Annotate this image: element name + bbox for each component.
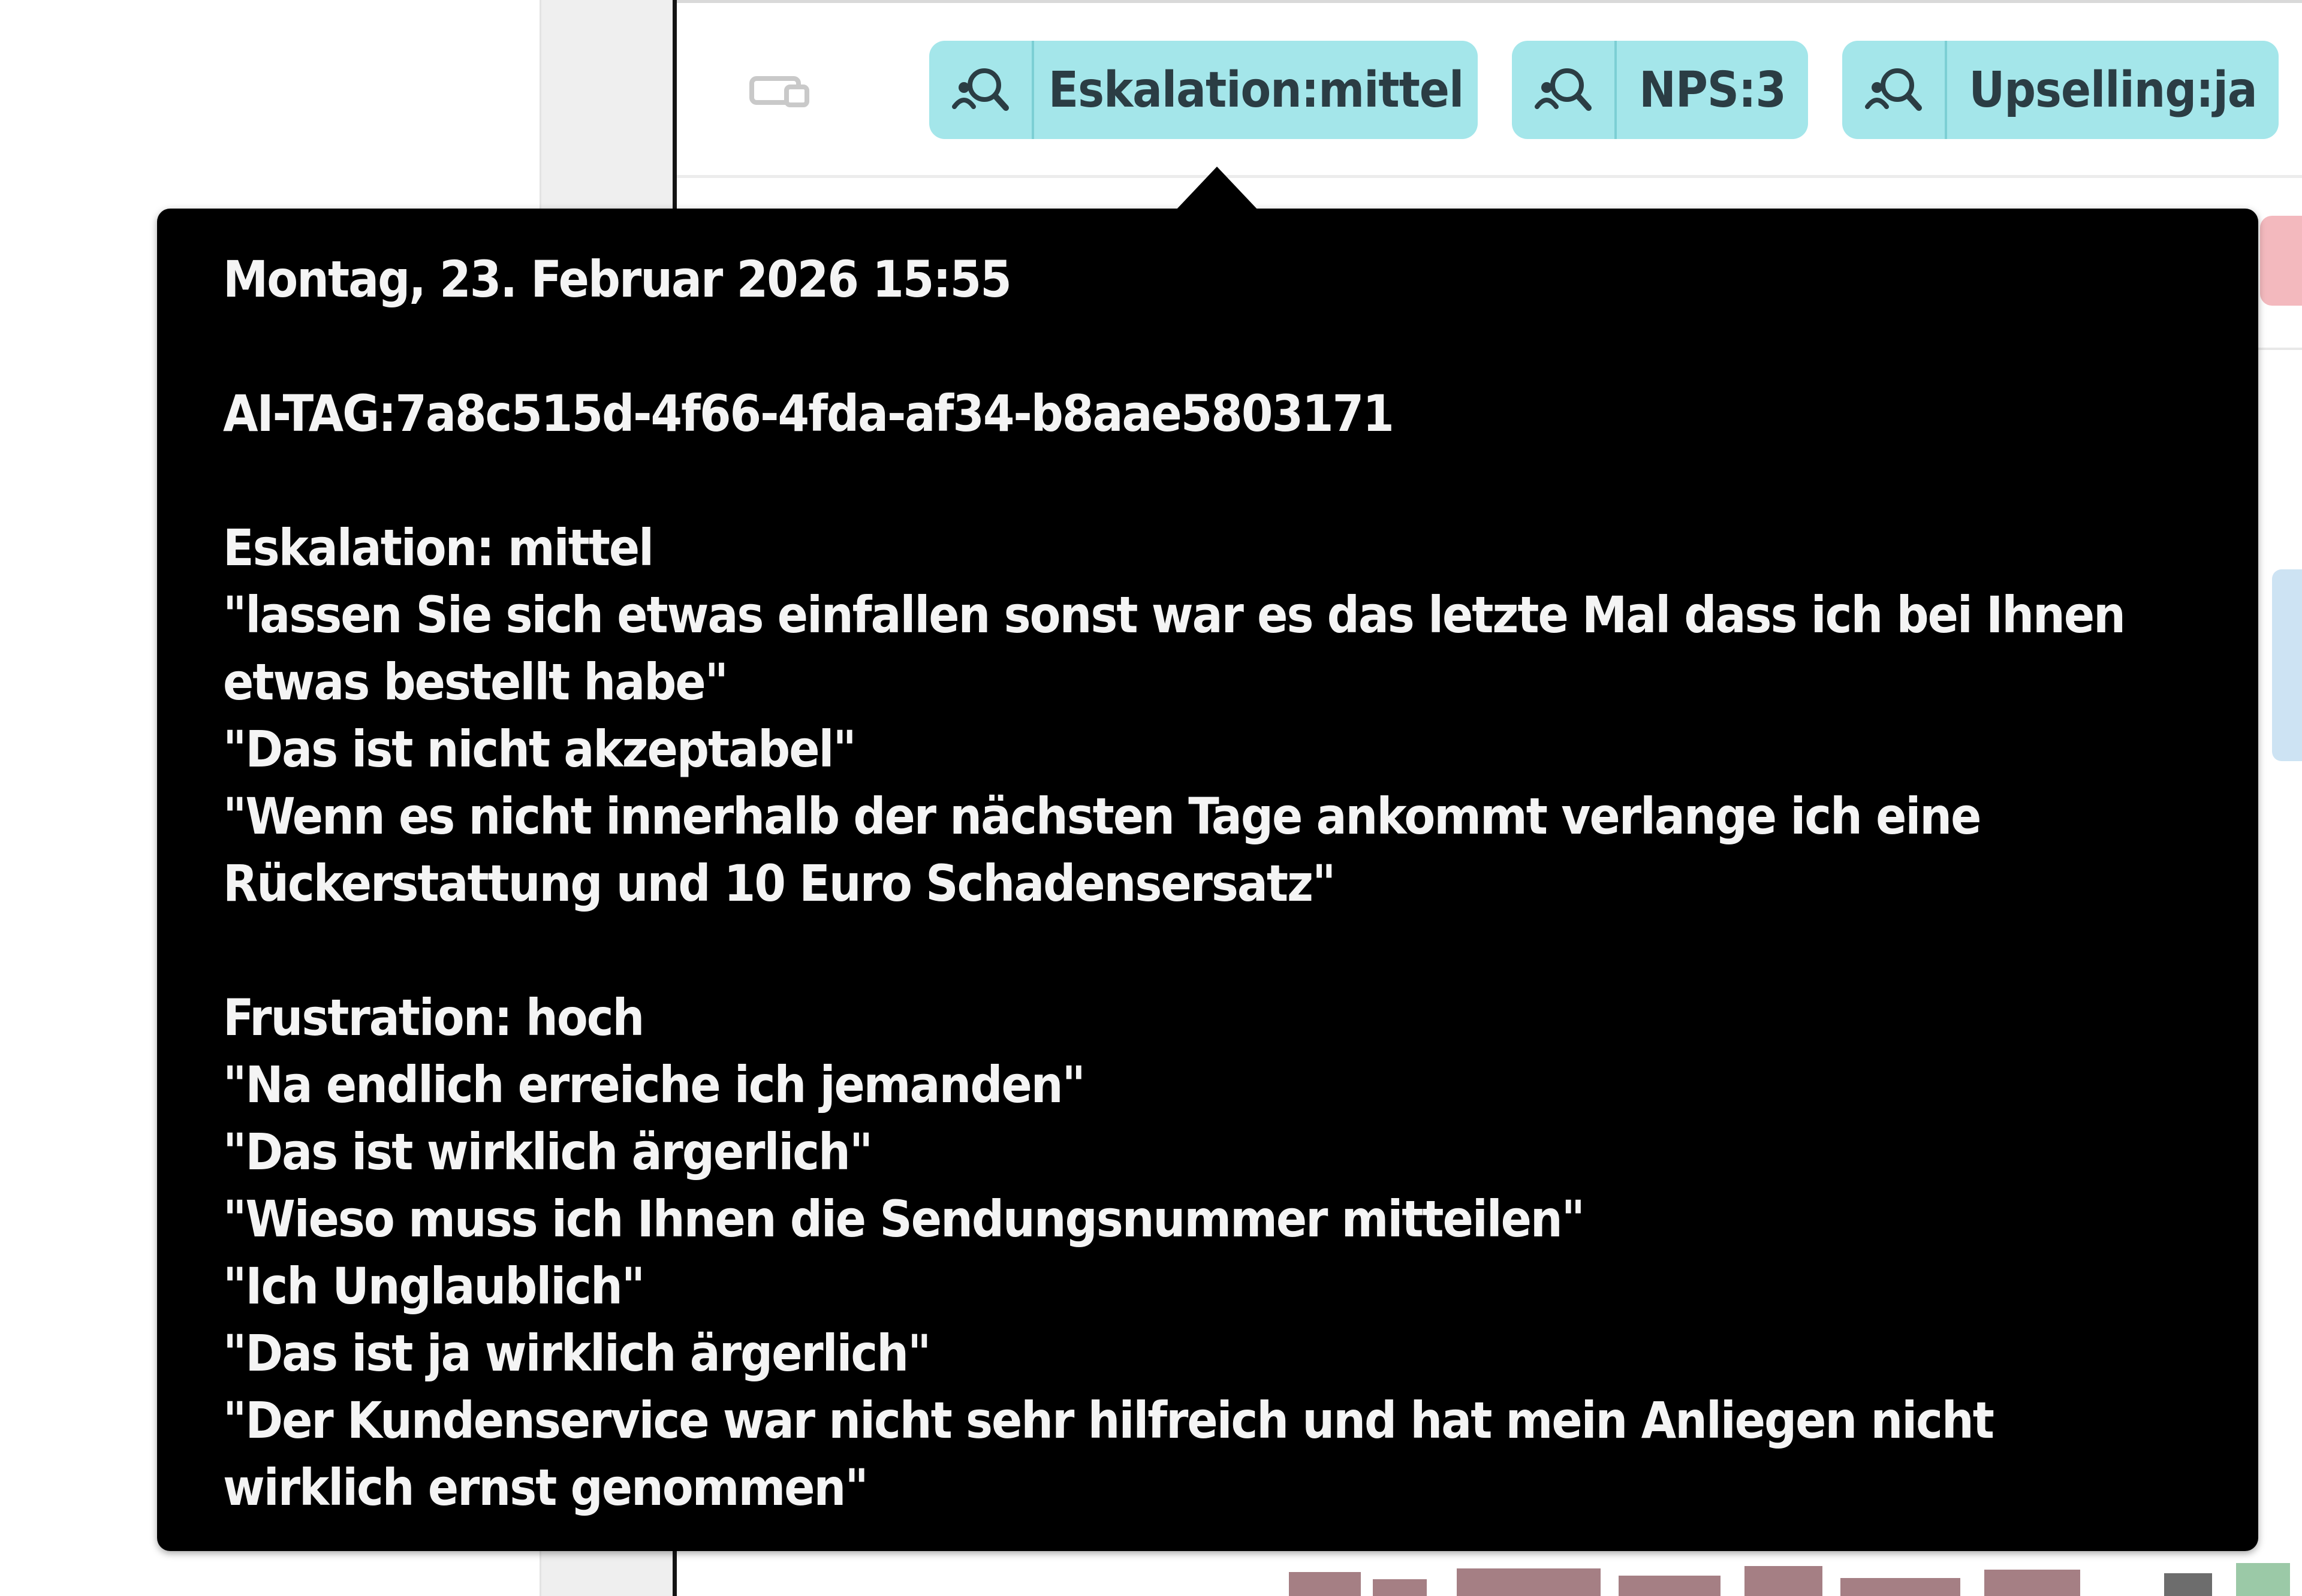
tooltip-arrow (1175, 167, 1259, 211)
tooltip-frustration-heading: Frustration: hoch (223, 988, 644, 1047)
tooltip-quote: "Wenn es nicht innerhalb der nächsten Ta… (223, 787, 1981, 846)
message-bubble-partial (2272, 569, 2302, 761)
message-bubble-partial (2260, 216, 2302, 306)
tooltip-quote: wirklich ernst genommen" (223, 1458, 869, 1517)
search-person-icon (929, 41, 1034, 139)
tooltip-quote: "lassen Sie sich etwas einfallen sonst w… (223, 586, 2126, 644)
tooltip-quote: "Das ist nicht akzeptabel" (223, 720, 857, 779)
tooltip-quote: "Das ist wirklich ärgerlich" (223, 1123, 873, 1181)
tooltip-quote: "Das ist ja wirklich ärgerlich" (223, 1324, 931, 1383)
waveform-partial (929, 1558, 2302, 1596)
tag-chip-label: Upselling:ja (1969, 61, 2257, 119)
search-person-icon (1512, 41, 1617, 139)
tooltip-quote: "Na endlich erreiche ich jemanden" (223, 1055, 1086, 1114)
search-person-icon (1842, 41, 1947, 139)
tooltip-quote: Rückerstattung und 10 Euro Schadensersat… (223, 854, 1336, 913)
tag-chip-label: NPS:3 (1639, 61, 1786, 119)
tooltip-quote: "Wieso muss ich Ihnen die Sendungsnummer… (223, 1190, 1585, 1248)
tag-bar-separator (677, 175, 2302, 178)
tag-chip-eskalation[interactable]: Eskalation:mittel (929, 41, 1478, 139)
tooltip-quote: etwas bestellt habe" (223, 653, 728, 711)
tooltip-ai-tag: AI-TAG:7a8c515d-4f66-4fda-af34-b8aae5803… (223, 384, 1394, 443)
panel-top-border (677, 0, 2302, 3)
tooltip-quote: "Ich Unglaublich" (223, 1257, 645, 1316)
tag-chip-label: Eskalation:mittel (1048, 61, 1464, 119)
tooltip-eskalation-heading: Eskalation: mittel (223, 518, 654, 577)
tag-chip-upselling[interactable]: Upselling:ja (1842, 41, 2279, 139)
ai-tag-tooltip: Montag, 23. Februar 2026 15:55 AI-TAG:7a… (157, 209, 2258, 1551)
tooltip-datetime: Montag, 23. Februar 2026 15:55 (223, 250, 1012, 309)
tooltip-quote: "Der Kundenservice war nicht sehr hilfre… (223, 1391, 1994, 1450)
ticket-icon[interactable] (749, 75, 809, 108)
tag-chip-nps[interactable]: NPS:3 (1512, 41, 1808, 139)
